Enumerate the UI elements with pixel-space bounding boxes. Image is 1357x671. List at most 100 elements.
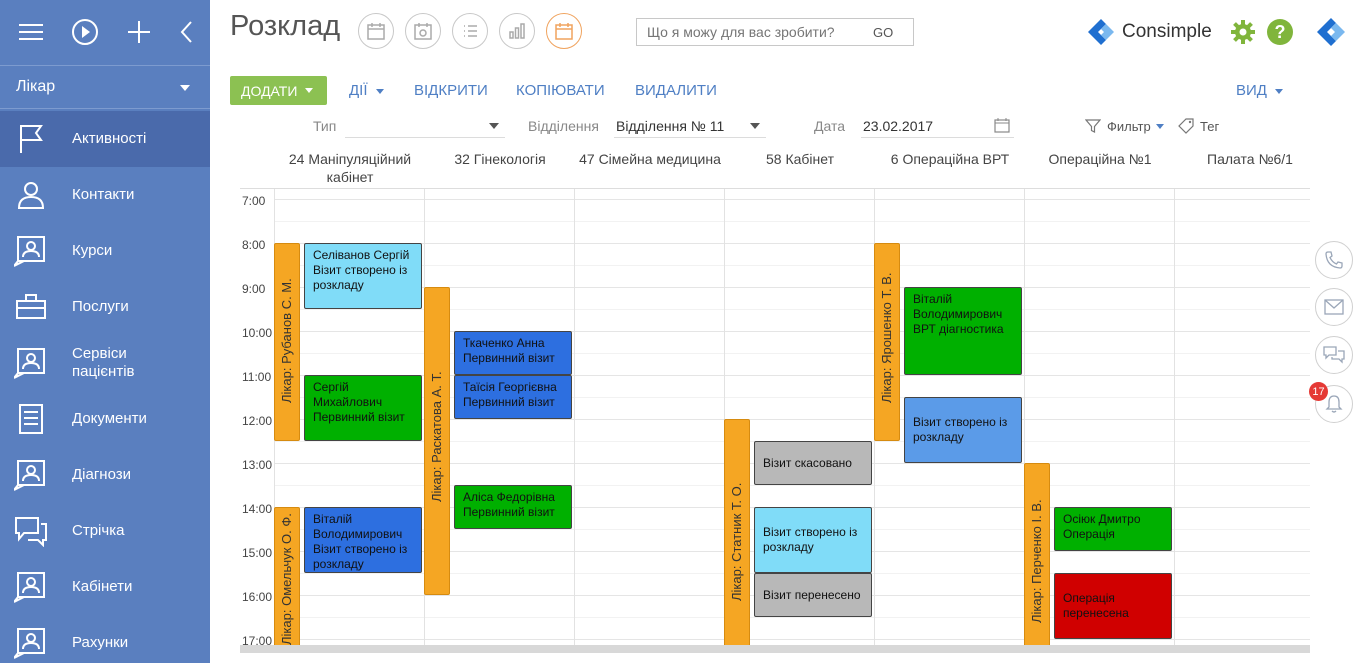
funnel-icon — [1085, 119, 1101, 133]
chat-button[interactable] — [1315, 336, 1353, 374]
time-label: 15:00 — [242, 546, 273, 560]
play-icon[interactable] — [70, 17, 100, 47]
sidebar-item-7[interactable]: Діагнози — [0, 447, 210, 503]
sidebar-item-label: Стрічка — [72, 522, 125, 539]
menu-icon[interactable] — [16, 17, 46, 47]
settings-gear-icon[interactable] — [1230, 19, 1256, 50]
filter-label: Фильтр — [1107, 118, 1151, 134]
sidebar-item-4[interactable]: Послуги — [0, 279, 210, 335]
app-logo-icon[interactable] — [1315, 16, 1347, 53]
briefcase-icon — [14, 291, 48, 323]
sidebar-item-label: Активності — [72, 130, 147, 147]
help-icon[interactable]: ? — [1267, 19, 1293, 45]
tag-button[interactable]: Тег — [1178, 118, 1219, 134]
appointment-event[interactable]: Ткаченко Анна Первинний візит — [454, 331, 572, 375]
appointment-event[interactable]: Операція перенесена — [1054, 573, 1172, 639]
column-divider — [574, 189, 575, 648]
doctor-label: Лікар: Рубанов С. М. — [279, 278, 294, 403]
doctor-label: Лікар: Ярошенко Т. В. — [879, 272, 894, 403]
column-header-2: 32 Гінекологія — [454, 151, 546, 167]
sidebar-item-label: Рахунки — [72, 634, 129, 651]
list-view-button[interactable] — [452, 13, 488, 49]
doctor-shift-bar[interactable]: Лікар: Рубанов С. М. — [274, 243, 300, 441]
doctor-shift-bar[interactable]: Лікар: Ярошенко Т. В. — [874, 243, 900, 441]
role-selector[interactable]: Лікар — [0, 65, 210, 109]
tag-label: Тег — [1200, 118, 1220, 134]
sidebar-item-6[interactable]: Документи — [0, 391, 210, 447]
copy-button[interactable]: КОПІЮВАТИ — [516, 82, 605, 99]
doctor-shift-bar[interactable]: Лікар: Омельчук О. Ф. — [274, 507, 300, 648]
phone-button[interactable] — [1315, 241, 1353, 279]
appointment-event[interactable]: Візит створено із розкладу — [904, 397, 1022, 463]
chart-view-button[interactable] — [499, 13, 535, 49]
appointment-event[interactable]: Таїсія Георгієвна Первинний візит — [454, 375, 572, 419]
add-button[interactable]: ДОДАТИ — [230, 76, 327, 105]
add-label: ДОДАТИ — [241, 82, 298, 99]
appointment-event[interactable]: Візит скасовано — [754, 441, 872, 485]
department-select[interactable]: Відділення № 11 — [614, 114, 766, 138]
person-card-icon — [13, 347, 48, 379]
filter-button[interactable]: Фильтр — [1085, 118, 1164, 134]
chevron-down-icon — [180, 85, 190, 91]
appointment-event[interactable]: Селіванов Сергій Візит створено із розкл… — [304, 243, 422, 309]
sidebar-item-5[interactable]: Сервіси пацієнтів — [0, 335, 210, 391]
calendar-view-button[interactable] — [358, 13, 394, 49]
appointment-event[interactable]: Сергій Михайлович Первинний візит — [304, 375, 422, 441]
type-select[interactable] — [345, 114, 505, 138]
caret-down-icon — [375, 88, 384, 94]
doctor-shift-bar[interactable]: Лікар: Перченко І. В. — [1024, 463, 1050, 648]
hour-line — [274, 199, 1310, 200]
date-input[interactable]: 23.02.2017 — [861, 114, 1014, 138]
sidebar-item-label: Діагнози — [72, 466, 132, 483]
phone-icon — [1325, 251, 1343, 269]
appointment-event[interactable]: Осіюк Дмитро Операція — [1054, 507, 1172, 551]
doctor-label: Лікар: Раскатова А. Т. — [429, 371, 444, 502]
time-label: 14:00 — [242, 502, 273, 516]
view-menu-button[interactable]: ВИД — [1236, 82, 1283, 99]
plus-icon[interactable] — [124, 17, 154, 47]
chat-icon — [14, 515, 48, 548]
delete-button[interactable]: ВИДАЛИТИ — [635, 82, 717, 99]
chevron-left-icon[interactable] — [172, 17, 202, 47]
person-card-icon — [13, 459, 48, 491]
appointment-event[interactable]: Аліса Федорівна Первинний візит — [454, 485, 572, 529]
horizontal-scrollbar[interactable] — [240, 645, 1310, 653]
doctor-shift-bar[interactable]: Лікар: Раскатова А. Т. — [424, 287, 450, 595]
appointment-event[interactable]: Візит перенесено — [754, 573, 872, 617]
appointment-event[interactable]: Віталій Володимирович Візит створено із … — [304, 507, 422, 573]
bar-chart-icon — [509, 23, 525, 39]
column-header-3: 47 Сімейна медицина — [579, 151, 721, 167]
doctor-label: Лікар: Омельчук О. Ф. — [279, 513, 294, 645]
doctor-shift-bar[interactable]: Лікар: Статник Т. О. — [724, 419, 750, 648]
sidebar-item-3[interactable]: Курси — [0, 223, 210, 279]
sidebar-item-2[interactable]: Контакти — [0, 167, 210, 223]
email-button[interactable] — [1315, 288, 1353, 326]
sidebar-item-9[interactable]: Кабінети — [0, 559, 210, 615]
schedule-grid[interactable]: 7:00 8:00 9:00 10:00 11:00 12:00 13:00 14:00 15:… — [240, 188, 1310, 648]
chevron-down-icon — [489, 123, 499, 129]
sidebar: Лікар Активності Контакти Курси Послуги Серв… — [0, 0, 210, 663]
appointment-event[interactable]: Віталій Володимирович ВРТ діагностика — [904, 287, 1022, 375]
go-button[interactable]: GO — [873, 25, 893, 40]
tag-icon — [1178, 118, 1194, 134]
appointment-event[interactable]: Візит створено із розкладу — [754, 507, 872, 573]
actions-label: ДІЇ — [349, 82, 368, 99]
column-header-1: 24 Маніпуляційний кабінет — [288, 151, 412, 185]
half-hour-line — [274, 265, 1310, 266]
actions-menu-button[interactable]: ДІЇ — [349, 82, 384, 99]
search-input[interactable] — [637, 24, 865, 40]
notifications-badge: 17 — [1309, 382, 1328, 401]
sidebar-item-8[interactable]: Стрічка — [0, 503, 210, 559]
sidebar-item-1[interactable]: Активності — [0, 111, 210, 167]
time-label: 12:00 — [242, 414, 273, 428]
sidebar-item-label: Послуги — [72, 298, 129, 315]
sidebar-item-label: Курси — [72, 242, 113, 259]
type-label: Тип — [313, 118, 337, 134]
open-button[interactable]: ВІДКРИТИ — [414, 82, 488, 99]
calendar-location-view-button[interactable] — [405, 13, 441, 49]
time-label: 9:00 — [242, 282, 266, 296]
calendar-icon[interactable] — [994, 117, 1010, 133]
person-icon — [14, 179, 48, 211]
time-label: 10:00 — [242, 326, 273, 340]
schedule-view-button[interactable] — [546, 13, 582, 49]
